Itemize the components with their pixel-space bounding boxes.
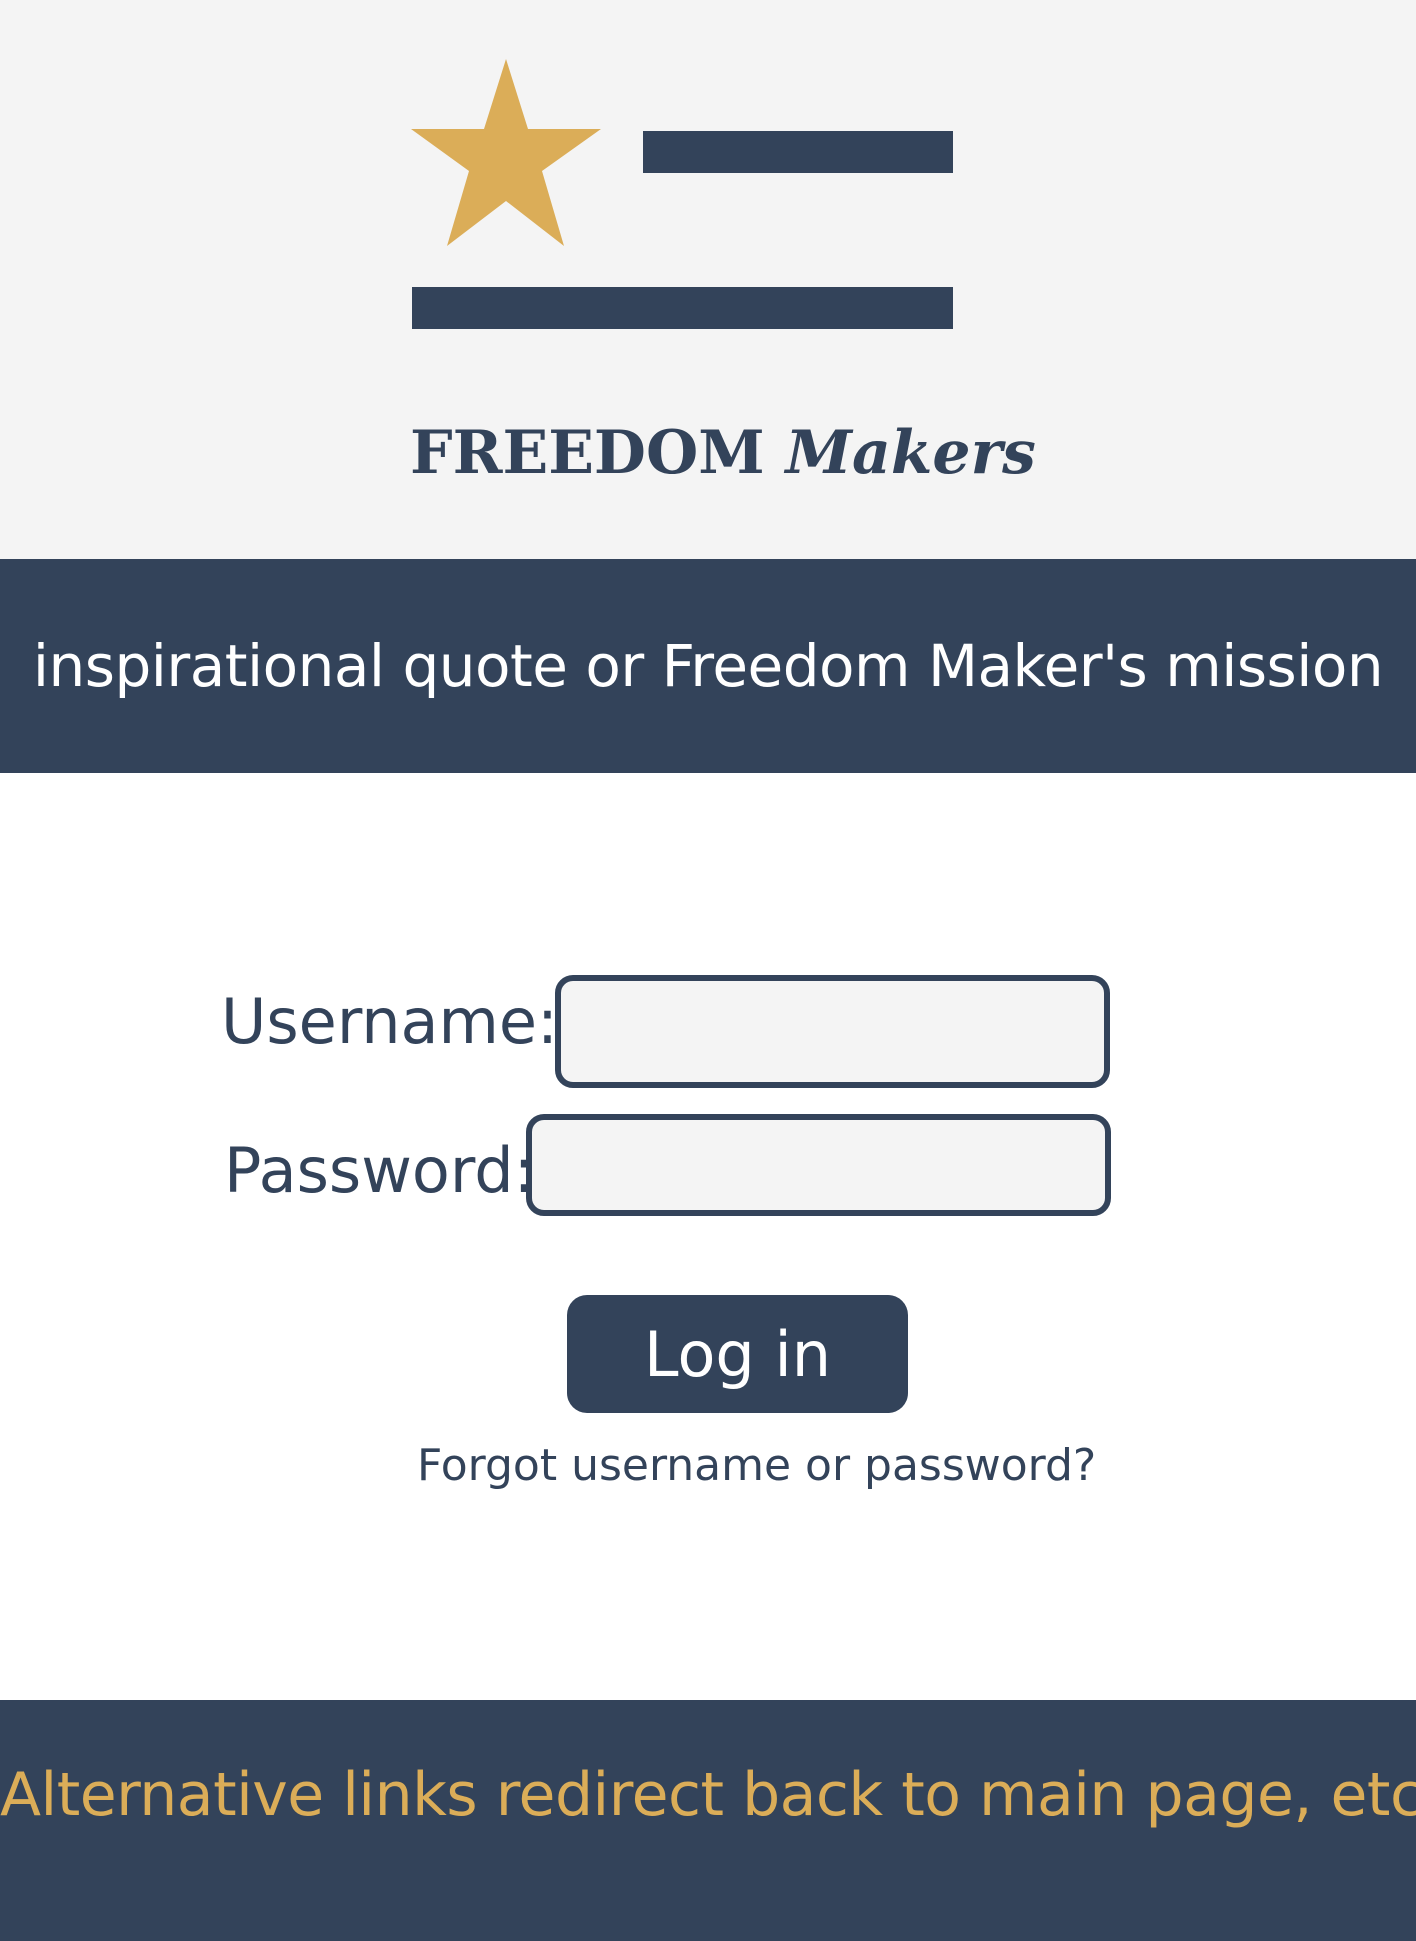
brand-name: FREEDOM Makers — [410, 418, 1036, 488]
login-page: FREEDOM Makers inspirational quote or Fr… — [0, 0, 1416, 1941]
username-label: Username: — [221, 985, 558, 1058]
footer-links[interactable]: Alternative links redirect back to main … — [0, 1760, 1416, 1830]
banner-text: inspirational quote or Freedom Maker's m… — [32, 632, 1384, 700]
header: FREEDOM Makers — [0, 0, 1416, 559]
login-button[interactable]: Log in — [567, 1295, 908, 1413]
logo-stripe-top — [643, 131, 953, 173]
password-input[interactable] — [526, 1114, 1111, 1216]
footer: Alternative links redirect back to main … — [0, 1700, 1416, 1941]
username-input[interactable] — [555, 975, 1110, 1088]
brand-main: FREEDOM — [410, 418, 765, 488]
brand-italic: Makers — [785, 418, 1036, 488]
password-label: Password: — [224, 1134, 535, 1207]
forgot-credentials-link[interactable]: Forgot username or password? — [417, 1440, 1096, 1491]
logo-stripe-bottom — [412, 287, 953, 329]
quote-banner: inspirational quote or Freedom Maker's m… — [0, 559, 1416, 773]
star-icon — [411, 59, 601, 246]
